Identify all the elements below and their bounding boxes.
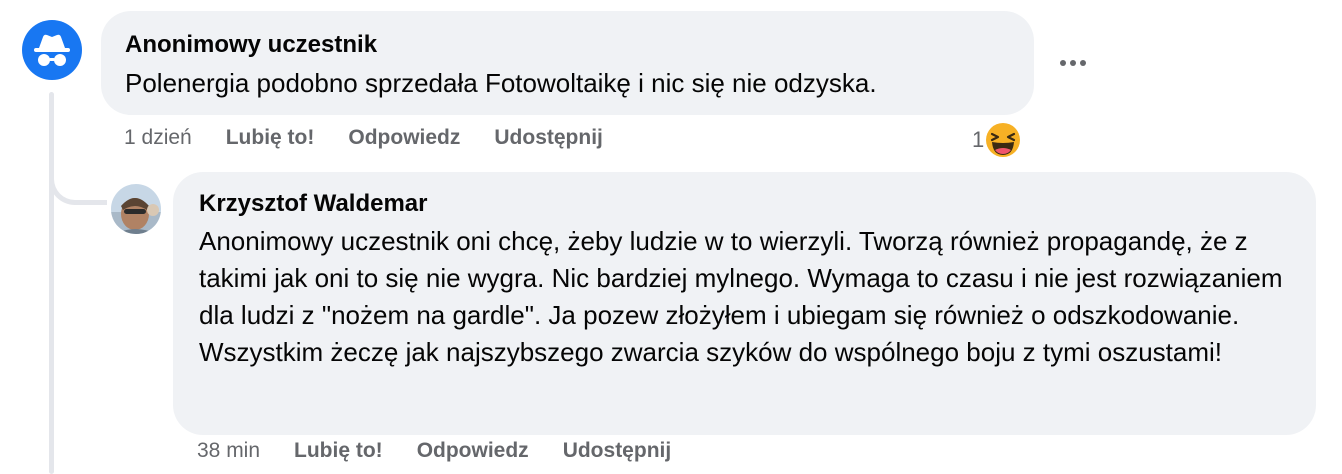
comment-author[interactable]: Anonimowy uczestnik [125,30,1010,60]
anonymous-avatar[interactable] [22,20,82,80]
laughing-emoji-icon [986,123,1021,157]
reply-connector-line [49,160,107,205]
comment-text: Anonimowy uczestnik oni chcę, żeby ludzi… [199,226,1283,367]
comment-timestamp[interactable]: 38 min [197,439,260,463]
comment-bubble: Krzysztof Waldemar Anonimowy uczestnik o… [173,172,1316,435]
thread-line [49,92,54,474]
comment-actions: 1 dzień Lubię to! Odpowiedz Udostępnij [124,126,637,150]
like-button[interactable]: Lubię to! [294,439,383,463]
more-horizontal-icon [1058,60,1088,66]
profile-photo [111,184,161,234]
comment-actions: 38 min Lubię to! Odpowiedz Udostępnij [197,439,705,463]
reply-button[interactable]: Odpowiedz [417,439,529,463]
incognito-icon [34,34,70,66]
reactions-summary[interactable]: 1 [972,122,1021,158]
reaction-count: 1 [972,127,985,152]
comment-bubble: Anonimowy uczestnik Polenergia podobno s… [101,11,1034,115]
reply-button[interactable]: Odpowiedz [348,126,460,150]
comment-timestamp[interactable]: 1 dzień [124,126,192,150]
share-button[interactable]: Udostępnij [563,439,672,463]
user-avatar[interactable] [111,184,161,234]
more-options-button[interactable] [1057,49,1089,77]
comment-author[interactable]: Krzysztof Waldemar [199,189,1290,219]
share-button[interactable]: Udostępnij [494,126,603,150]
like-button[interactable]: Lubię to! [226,126,315,150]
comment-text: Polenergia podobno sprzedała Fotowoltaik… [125,68,877,98]
